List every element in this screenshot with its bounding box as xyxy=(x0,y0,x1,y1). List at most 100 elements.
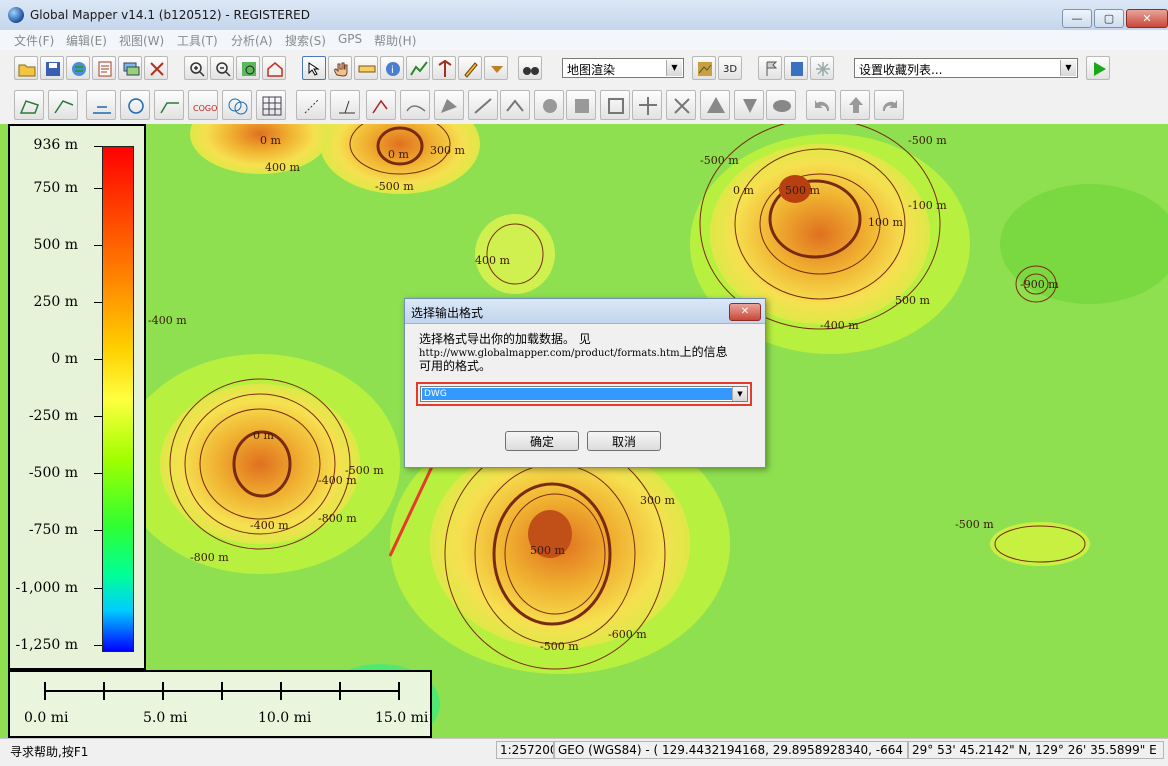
print-icon[interactable] xyxy=(92,56,116,80)
layers-icon[interactable] xyxy=(118,56,142,80)
move-point-icon[interactable] xyxy=(296,90,326,120)
legend-label: 250 m xyxy=(33,294,78,310)
scale-tick xyxy=(280,682,282,700)
menu-edit[interactable]: 编辑(E) xyxy=(66,32,107,49)
home-icon[interactable] xyxy=(262,56,286,80)
contour-label: -500 m xyxy=(700,154,739,167)
binoculars-icon[interactable] xyxy=(518,56,542,80)
menu-file[interactable]: 文件(F) xyxy=(14,32,54,49)
format-select[interactable]: DWG ▼ xyxy=(420,386,748,402)
contour-label: -900 m xyxy=(1020,278,1059,291)
contour-label: -400 m xyxy=(250,519,289,532)
svg-text:i: i xyxy=(391,65,394,76)
elevation-legend: 936 m 750 m 500 m 250 m 0 m -250 m -500 … xyxy=(8,124,146,670)
menu-view[interactable]: 视图(W) xyxy=(119,32,164,49)
grid-tool-icon[interactable] xyxy=(256,90,286,120)
favorites-select[interactable]: 设置收藏列表... ▼ xyxy=(854,58,1078,78)
open-folder-icon[interactable] xyxy=(14,56,38,80)
shader-icon[interactable] xyxy=(692,56,716,80)
contour-label: -600 m xyxy=(608,628,647,641)
zoom-tool-icon[interactable] xyxy=(302,56,326,80)
coord-tool-icon[interactable]: COGO xyxy=(188,90,218,120)
chevron-down-icon: ▼ xyxy=(1060,60,1076,76)
render-mode-select[interactable]: 地图渲染 ▼ xyxy=(562,58,684,78)
menu-gps[interactable]: GPS xyxy=(338,32,362,46)
split-line-icon[interactable] xyxy=(154,90,184,120)
menu-tools[interactable]: 工具(T) xyxy=(177,32,218,49)
status-help: 寻求帮助,按F1 xyxy=(10,745,89,759)
dialog-close-button[interactable]: ✕ xyxy=(729,303,761,321)
contour-label: -500 m xyxy=(955,518,994,531)
measure-icon[interactable] xyxy=(354,56,378,80)
shape-tool-j-icon[interactable] xyxy=(734,90,764,120)
window-title: Global Mapper v14.1 (b120512) - REGISTER… xyxy=(30,8,310,22)
maximize-button[interactable]: ▢ xyxy=(1094,9,1124,28)
shape-tool-k-icon[interactable] xyxy=(766,90,796,120)
save-icon[interactable] xyxy=(40,56,64,80)
scale-label: 15.0 mi xyxy=(375,710,429,726)
zoom-out-icon[interactable] xyxy=(210,56,234,80)
ok-button[interactable]: 确定 xyxy=(505,431,579,451)
contour-label: -800 m xyxy=(190,551,229,564)
redo-icon[interactable] xyxy=(874,90,904,120)
shape-tool-d-icon[interactable] xyxy=(534,90,564,120)
settings-tools-icon[interactable] xyxy=(144,56,168,80)
circle-tool-icon[interactable] xyxy=(222,90,252,120)
shape-tool-h-icon[interactable] xyxy=(666,90,696,120)
legend-label: -1,250 m xyxy=(15,637,78,653)
shape-tool-a-icon[interactable] xyxy=(434,90,464,120)
legend-label: 750 m xyxy=(33,180,78,196)
contour-label: 0 m xyxy=(388,148,409,161)
status-coordinates: 29° 53' 45.2142" N, 129° 26' 35.5899" E xyxy=(908,741,1164,759)
play-icon[interactable] xyxy=(1086,56,1110,80)
arrow-up-icon[interactable] xyxy=(840,90,870,120)
zoom-extent-icon[interactable] xyxy=(236,56,260,80)
create-line-icon[interactable] xyxy=(48,90,78,120)
close-button[interactable]: ✕ xyxy=(1126,9,1168,28)
menu-help[interactable]: 帮助(H) xyxy=(374,32,416,49)
menu-search[interactable]: 搜索(S) xyxy=(285,32,326,49)
contour-label: 0 m xyxy=(733,184,754,197)
pan-hand-icon[interactable] xyxy=(328,56,352,80)
minimize-button[interactable]: — xyxy=(1062,9,1092,28)
cancel-button[interactable]: 取消 xyxy=(587,431,661,451)
chevron-down-icon: ▼ xyxy=(666,60,682,76)
dropdown-tool-icon[interactable] xyxy=(484,56,508,80)
path-profile-icon[interactable] xyxy=(406,56,430,80)
info-query-icon[interactable]: i xyxy=(380,56,404,80)
legend-tick xyxy=(94,146,102,147)
menu-bar: 文件(F) 编辑(E) 视图(W) 工具(T) 分析(A) 搜索(S) GPS … xyxy=(0,30,1168,50)
shape-tool-e-icon[interactable] xyxy=(566,90,596,120)
menu-analysis[interactable]: 分析(A) xyxy=(231,32,273,49)
flag-icon[interactable] xyxy=(758,56,782,80)
view-shed-icon[interactable] xyxy=(432,56,456,80)
digitizer-icon[interactable] xyxy=(458,56,482,80)
undo-icon[interactable] xyxy=(806,90,836,120)
shape-tool-i-icon[interactable] xyxy=(700,90,730,120)
book-icon[interactable] xyxy=(784,56,808,80)
digitizer-toolbar: COGO xyxy=(0,86,1168,125)
contour-label: 500 m xyxy=(895,294,930,307)
scale-tick xyxy=(44,682,46,700)
edit-vertex-icon[interactable] xyxy=(120,90,150,120)
shape-tool-f-icon[interactable] xyxy=(600,90,630,120)
connect-line-icon[interactable] xyxy=(366,90,396,120)
create-point-icon[interactable] xyxy=(86,90,116,120)
render-mode-value: 地图渲染 xyxy=(567,63,616,77)
smooth-line-icon[interactable] xyxy=(400,90,430,120)
3d-view-icon[interactable]: 3D xyxy=(718,56,742,80)
shape-tool-g-icon[interactable] xyxy=(632,90,662,120)
rotate-tool-icon[interactable] xyxy=(330,90,360,120)
shape-tool-b-icon[interactable] xyxy=(468,90,498,120)
sparkle-icon[interactable] xyxy=(810,56,834,80)
scale-label: 10.0 mi xyxy=(258,710,312,726)
dialog-title: 选择输出格式 xyxy=(411,306,484,320)
create-area-icon[interactable] xyxy=(14,90,44,120)
zoom-in-icon[interactable] xyxy=(184,56,208,80)
legend-label: 0 m xyxy=(51,351,78,367)
main-toolbar: i 地图渲染 ▼ 3D 设置收藏列表... ▼ xyxy=(0,50,1168,87)
web-globe-icon[interactable] xyxy=(66,56,90,80)
shape-tool-c-icon[interactable] xyxy=(500,90,530,120)
contour-label: -800 m xyxy=(318,512,357,525)
svg-text:COGO: COGO xyxy=(193,104,217,113)
